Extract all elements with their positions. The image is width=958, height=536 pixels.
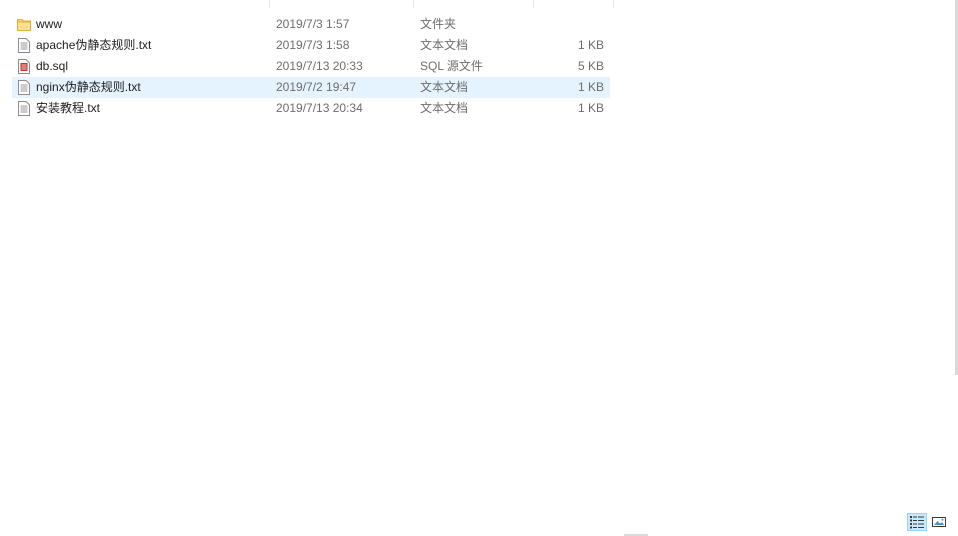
text-file-icon: [17, 38, 31, 53]
column-divider[interactable]: [269, 0, 270, 8]
file-type: 文本文档: [420, 38, 469, 52]
file-size: 1 KB: [577, 80, 604, 94]
file-row-nginx-rules[interactable]: nginx伪静态规则.txt 2019/7/2 19:47 文本文档 1 KB: [12, 77, 610, 98]
file-date: 2019/7/2 19:47: [276, 80, 357, 94]
large-icons-view-icon: [932, 517, 946, 527]
file-name: www: [36, 17, 62, 31]
large-icons-view-button[interactable]: [929, 513, 949, 531]
text-file-icon: [17, 101, 31, 116]
file-row-www[interactable]: www 2019/7/3 1:57 文件夹: [12, 14, 610, 35]
file-name: apache伪静态规则.txt: [36, 38, 152, 52]
file-name: nginx伪静态规则.txt: [36, 80, 141, 94]
file-name: 安装教程.txt: [36, 101, 101, 115]
file-date: 2019/7/3 1:57: [276, 17, 350, 31]
file-size: 1 KB: [577, 38, 604, 52]
column-divider[interactable]: [413, 0, 414, 8]
file-date: 2019/7/3 1:58: [276, 38, 350, 52]
file-size: 1 KB: [577, 101, 604, 115]
file-row-install-guide[interactable]: 安装教程.txt 2019/7/13 20:34 文本文档 1 KB: [12, 98, 610, 119]
column-divider[interactable]: [533, 0, 534, 8]
folder-icon: [17, 17, 31, 32]
file-row-db-sql[interactable]: db.sql 2019/7/13 20:33 SQL 源文件 5 KB: [12, 56, 610, 77]
file-list: www 2019/7/3 1:57 文件夹 apache伪静态规则.txt 20…: [12, 14, 610, 119]
column-divider[interactable]: [613, 0, 614, 8]
file-type: 文件夹: [420, 17, 457, 31]
file-type: SQL 源文件: [420, 59, 483, 73]
column-header-stub[interactable]: [0, 0, 614, 8]
file-explorer-pane: www 2019/7/3 1:57 文件夹 apache伪静态规则.txt 20…: [0, 0, 958, 536]
file-type: 文本文档: [420, 101, 469, 115]
file-row-apache-rules[interactable]: apache伪静态规则.txt 2019/7/3 1:58 文本文档 1 KB: [12, 35, 610, 56]
details-view-icon: [910, 516, 924, 529]
file-date: 2019/7/13 20:33: [276, 59, 363, 73]
text-file-icon: [17, 80, 31, 95]
file-size: 5 KB: [577, 59, 604, 73]
file-date: 2019/7/13 20:34: [276, 101, 363, 115]
sql-file-icon: [17, 59, 31, 74]
file-type: 文本文档: [420, 80, 469, 94]
details-view-button[interactable]: [907, 513, 927, 531]
file-name: db.sql: [36, 59, 69, 73]
